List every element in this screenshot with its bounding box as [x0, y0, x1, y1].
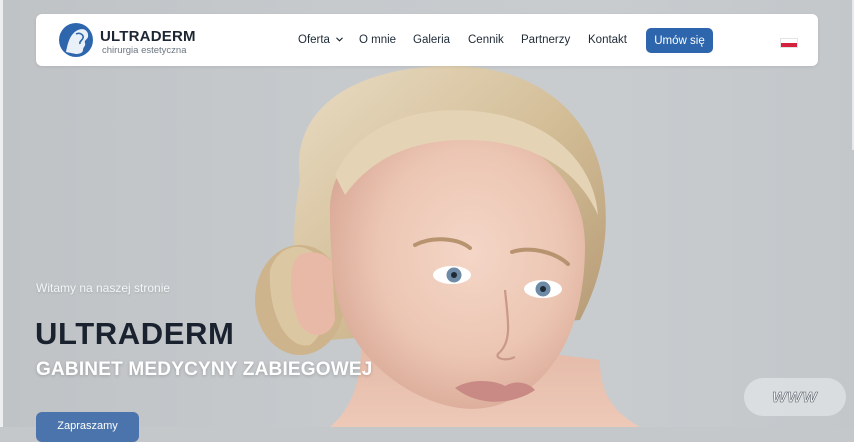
- nav-item-cennik[interactable]: Cennik: [468, 34, 504, 46]
- flag-stripe-red: [781, 43, 797, 47]
- hero-cta-button[interactable]: Zapraszamy: [36, 412, 139, 442]
- nav-item-label: Oferta: [298, 34, 330, 46]
- chevron-down-icon: [336, 37, 344, 42]
- flag-pl-icon[interactable]: [780, 38, 798, 48]
- left-edge: [0, 0, 3, 427]
- nav-item-oferta[interactable]: Oferta: [298, 34, 344, 46]
- nav-item-kontakt[interactable]: Kontakt: [588, 34, 627, 46]
- face-profile-icon[interactable]: [58, 22, 94, 58]
- hero-welcome-text: Witamy na naszej stronie: [36, 281, 171, 295]
- brand-tagline: chirurgia estetyczna: [102, 45, 187, 56]
- www-badge[interactable]: WWW: [744, 378, 846, 416]
- book-appointment-button[interactable]: Umów się: [646, 28, 713, 53]
- top-navbar: ULTRADERM chirurgia estetyczna Oferta O …: [36, 14, 818, 66]
- hero-subtitle: GABINET MEDYCYNY ZABIEGOWEJ: [36, 359, 373, 380]
- brand-name[interactable]: ULTRADERM: [100, 28, 196, 45]
- nav-item-o-mnie[interactable]: O mnie: [359, 34, 396, 46]
- nav-item-galeria[interactable]: Galeria: [413, 34, 450, 46]
- nav-item-partnerzy[interactable]: Partnerzy: [521, 34, 570, 46]
- hero-title: ULTRADERM: [35, 316, 235, 351]
